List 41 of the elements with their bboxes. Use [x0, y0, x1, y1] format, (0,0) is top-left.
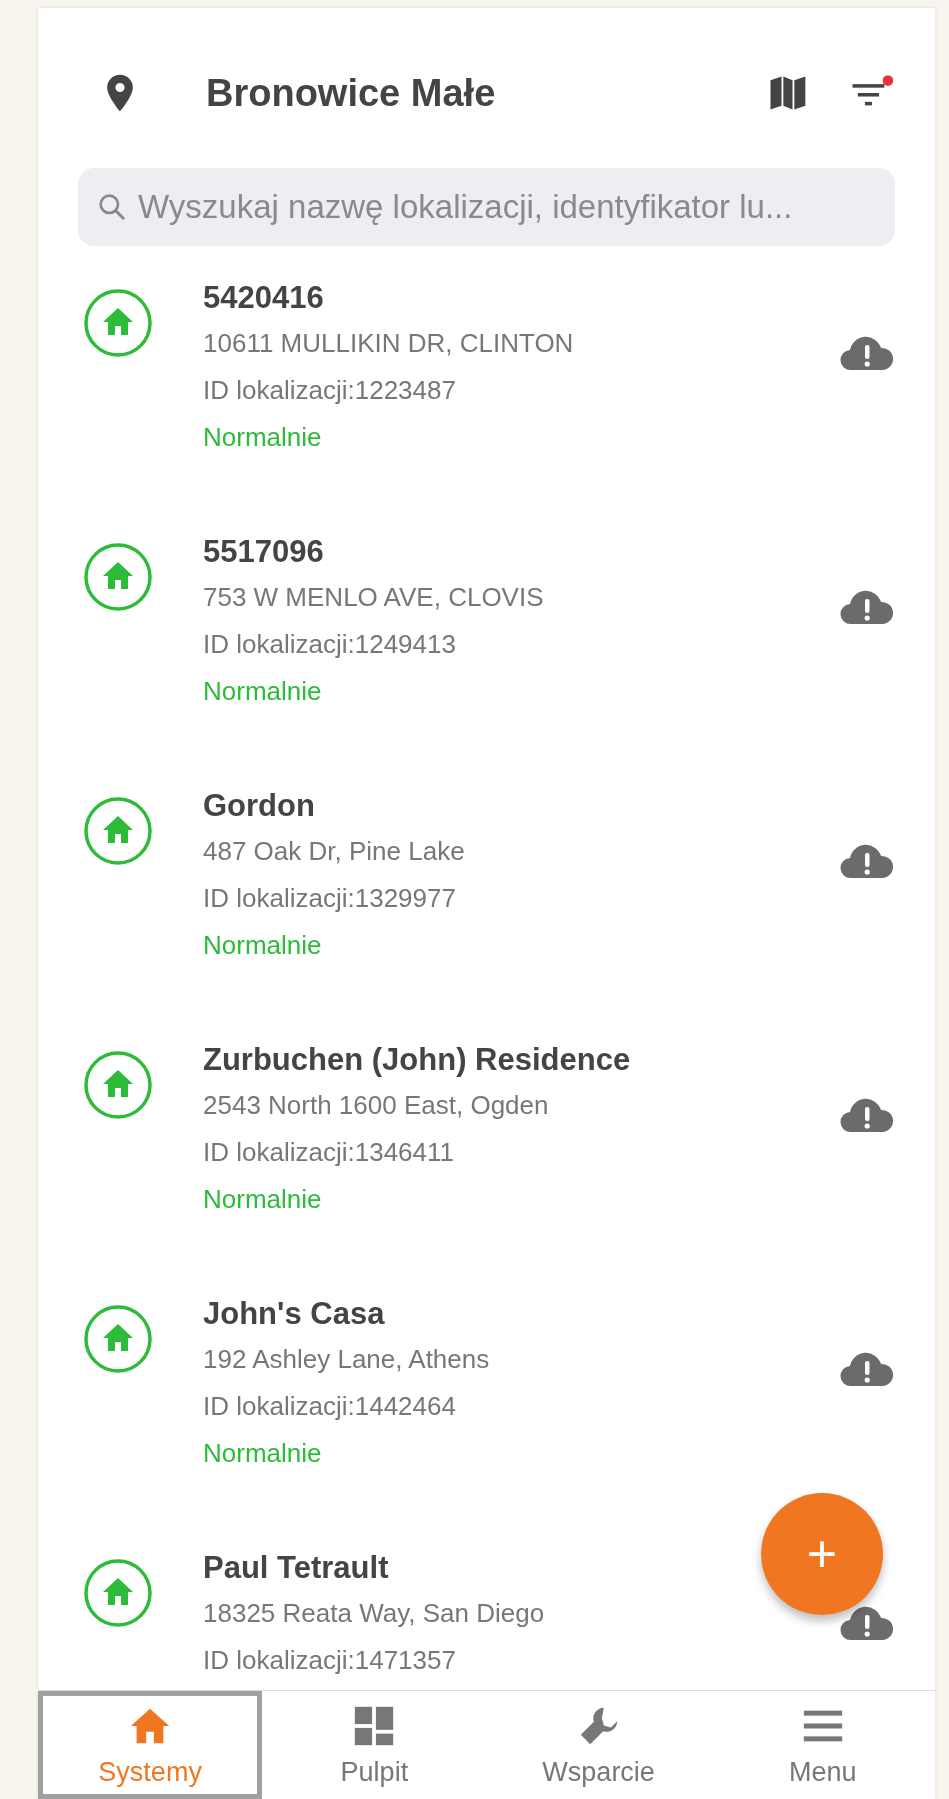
cloud-alert-icon: [839, 590, 895, 626]
tab[interactable]: Menu: [710, 1691, 935, 1799]
home-status-icon: [83, 1558, 153, 1628]
location-address: 18325 Reata Way, San Diego: [203, 1597, 545, 1630]
cloud-alert-icon: [839, 1098, 895, 1134]
add-button[interactable]: +: [761, 1493, 883, 1615]
location-name: Zurbuchen (John) Residence: [203, 1041, 631, 1079]
location-id: ID lokalizacji:1249413: [203, 628, 456, 661]
home-status-icon: [83, 1050, 153, 1120]
home-status-icon: [83, 796, 153, 866]
location-address: 487 Oak Dr, Pine Lake: [203, 835, 465, 868]
location-address: 10611 MULLIKIN DR, CLINTON: [203, 327, 574, 360]
cloud-alert-icon: [839, 336, 895, 372]
cloud-alert-icon: [839, 1606, 895, 1642]
location-id: ID lokalizacji:1442464: [203, 1390, 456, 1423]
location-id: ID lokalizacji:1471357: [203, 1644, 456, 1677]
location-name: John's Casa: [203, 1295, 385, 1333]
location-id: ID lokalizacji:1346411: [203, 1136, 454, 1169]
tab[interactable]: Systemy: [38, 1691, 263, 1799]
location-id: ID lokalizacji:1223487: [203, 374, 456, 407]
cloud-alert-icon: [839, 844, 895, 880]
location-status: Normalnie: [203, 1183, 322, 1216]
location-status: Normalnie: [203, 421, 322, 454]
location-name: 5517096: [203, 533, 324, 571]
location-name: Gordon: [203, 787, 315, 825]
location-title: Bronowice Małe: [206, 71, 497, 115]
home-status-icon: [83, 1304, 153, 1374]
location-id: ID lokalizacji:1329977: [203, 882, 456, 915]
search-icon: [96, 191, 128, 223]
location-status: Normalnie: [203, 1437, 322, 1470]
location-address: 192 Ashley Lane, Athens: [203, 1343, 490, 1376]
location-status: Normalnie: [203, 929, 322, 962]
location-address: 753 W MENLO AVE, CLOVIS: [203, 581, 544, 614]
cloud-alert-icon: [839, 1352, 895, 1388]
location-name: 5420416: [203, 279, 324, 317]
location-name: Paul Tetrault: [203, 1549, 389, 1587]
search-field[interactable]: Wyszukaj nazwę lokalizacji, identyfikator lu...: [78, 168, 895, 246]
home-status-icon: [83, 542, 153, 612]
home-status-icon: [83, 288, 153, 358]
location-status: Normalnie: [203, 675, 322, 708]
location-address: 2543 North 1600 East, Ogden: [203, 1089, 549, 1122]
